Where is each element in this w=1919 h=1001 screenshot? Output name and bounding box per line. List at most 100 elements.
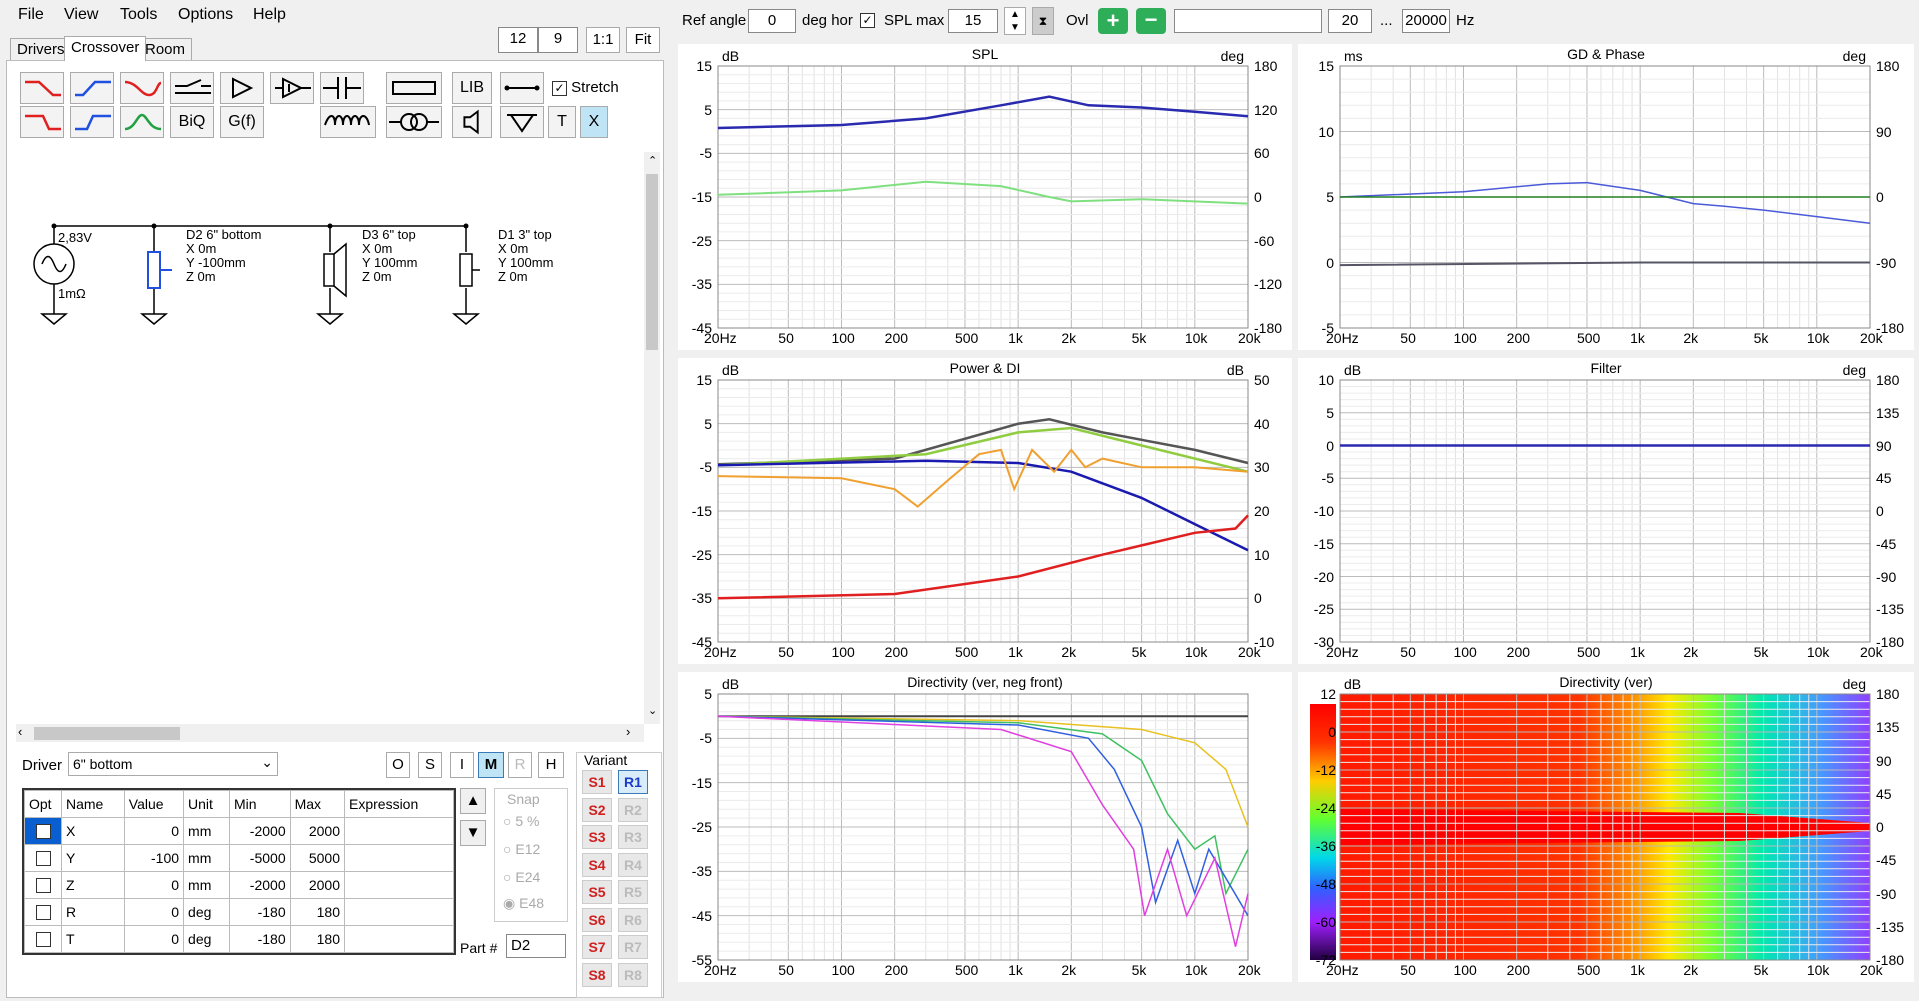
spl-max-checkbox[interactable]: ✓ xyxy=(860,13,875,28)
speaker-icon[interactable] xyxy=(452,106,492,138)
graph-filter[interactable]: Filter dB deg 10 5 0 -5 -10 -15 -20 -25 -30 180 135 90… xyxy=(1298,358,1914,664)
delete-button[interactable]: X xyxy=(580,106,608,138)
overlay-name-input[interactable] xyxy=(1174,9,1322,33)
menu-file[interactable]: File xyxy=(18,6,44,24)
spl-max-spinner-icon[interactable]: ▲ ▼ xyxy=(1004,7,1026,35)
opt-checkbox[interactable] xyxy=(35,824,51,840)
table-row[interactable]: Z 0 mm -2000 2000 xyxy=(24,871,454,899)
freq-min-input[interactable]: 20 xyxy=(1328,9,1372,33)
param-expression[interactable] xyxy=(344,817,454,845)
variant-r5-button[interactable]: R5 xyxy=(618,880,648,904)
opt-checkbox[interactable] xyxy=(35,932,51,948)
variant-r8-button[interactable]: R8 xyxy=(618,962,648,987)
schematic-canvas[interactable]: 2,83V 1mΩ D2 6" bottom X 0m Y -100mm Z 0… xyxy=(16,152,644,724)
driver-d2-label[interactable]: D2 6" bottom X 0m Y -100mm Z 0m xyxy=(186,228,261,284)
menu-options[interactable]: Options xyxy=(178,6,233,24)
param-max[interactable]: 2000 xyxy=(289,817,346,845)
part-number-input[interactable]: D2 xyxy=(506,934,566,958)
param-min[interactable]: -2000 xyxy=(228,871,291,899)
snap-option-5pct[interactable]: ○ 5 % xyxy=(503,813,539,829)
ground-icon[interactable] xyxy=(500,106,544,138)
move-up-icon[interactable]: ▲ xyxy=(460,788,486,814)
param-value[interactable]: 0 xyxy=(123,871,185,899)
add-overlay-icon[interactable]: + xyxy=(1098,8,1128,34)
vertical-scroll-thumb[interactable] xyxy=(646,174,658,350)
snap-option-e48[interactable]: ◉ E48 xyxy=(503,895,544,912)
menu-help[interactable]: Help xyxy=(253,6,286,24)
peak-green-icon[interactable] xyxy=(120,106,164,138)
variant-s5-button[interactable]: S5 xyxy=(582,880,612,904)
tab-crossover[interactable]: Crossover xyxy=(64,36,147,61)
mode-o-button[interactable]: O xyxy=(386,752,410,778)
buffer-icon[interactable] xyxy=(270,72,314,104)
variant-r1-button[interactable]: R1 xyxy=(618,770,648,794)
remove-overlay-icon[interactable]: − xyxy=(1136,8,1166,34)
menu-view[interactable]: View xyxy=(64,6,98,24)
param-value[interactable]: 0 xyxy=(123,898,185,926)
stretch-checkbox[interactable]: ✓ Stretch xyxy=(552,79,619,96)
highpass-blue-icon[interactable] xyxy=(70,72,114,104)
graph-dir[interactable]: Directivity (ver, neg front) dB 5 -5 -15 -25-… xyxy=(678,672,1292,982)
snap-option-e24[interactable]: ○ E24 xyxy=(503,869,540,885)
driver-select[interactable]: 6" bottom ⌄ xyxy=(68,752,278,776)
ref-angle-input[interactable]: 0 xyxy=(748,9,796,33)
opt-checkbox[interactable] xyxy=(35,905,51,921)
variant-s6-button[interactable]: S6 xyxy=(582,907,612,932)
table-row[interactable]: X 0 mm -2000 2000 xyxy=(24,817,454,845)
horizontal-scroll-thumb[interactable] xyxy=(34,727,180,740)
graph-plot-area[interactable] xyxy=(678,672,1292,982)
variant-s1-button[interactable]: S1 xyxy=(582,770,612,794)
schematic-vertical-scrollbar[interactable]: ⌃ ⌄ xyxy=(644,152,660,724)
opt-checkbox[interactable] xyxy=(35,878,51,894)
graph-plot-area[interactable] xyxy=(678,358,1292,664)
param-value[interactable]: 0 xyxy=(123,817,185,845)
switch-icon[interactable] xyxy=(170,72,214,104)
param-value[interactable]: -100 xyxy=(123,844,185,872)
snap-option-e12[interactable]: ○ E12 xyxy=(503,841,540,857)
transfer-function-button[interactable]: G(f) xyxy=(220,106,264,138)
graph-plot-area[interactable] xyxy=(1298,358,1914,664)
table-row[interactable]: R 0 deg -180 180 xyxy=(24,898,454,926)
param-expression[interactable] xyxy=(344,898,454,926)
schematic-horizontal-scrollbar[interactable]: ‹ › xyxy=(16,724,644,742)
mode-i-button[interactable]: I xyxy=(450,752,474,778)
param-min[interactable]: -180 xyxy=(228,898,291,926)
param-min[interactable]: -180 xyxy=(228,925,291,953)
param-expression[interactable] xyxy=(344,844,454,872)
text-button[interactable]: T xyxy=(548,106,576,138)
driver-d1-label[interactable]: D1 3" top X 0m Y 100mm Z 0m xyxy=(498,228,553,284)
menu-tools[interactable]: Tools xyxy=(120,6,157,24)
graph-power[interactable]: Power & DI dB dB 15 5 -5 -15 -25 -35 -45 50 40 30 20 1… xyxy=(678,358,1292,664)
biquad-button[interactable]: BiQ xyxy=(170,106,214,138)
variant-s8-button[interactable]: S8 xyxy=(582,962,612,987)
variant-r7-button[interactable]: R7 xyxy=(618,935,648,959)
resistor-icon[interactable] xyxy=(386,72,442,104)
param-max[interactable]: 180 xyxy=(289,925,346,953)
variant-r2-button[interactable]: R2 xyxy=(618,797,648,822)
scroll-left-icon[interactable]: ‹ xyxy=(18,724,22,739)
graph-plot-area[interactable] xyxy=(1298,672,1914,982)
variant-s4-button[interactable]: S4 xyxy=(582,852,612,877)
scroll-right-icon[interactable]: › xyxy=(626,724,630,739)
param-min[interactable]: -2000 xyxy=(228,817,291,845)
notch-red-icon[interactable] xyxy=(120,72,164,104)
freq-max-input[interactable]: 20000 xyxy=(1402,9,1450,33)
highpass-blue-2-icon[interactable] xyxy=(70,106,114,138)
inductor-icon[interactable] xyxy=(320,106,376,138)
param-value[interactable]: 0 xyxy=(123,925,185,953)
transformer-icon[interactable] xyxy=(386,106,442,138)
graph-plot-area[interactable] xyxy=(1298,44,1914,350)
param-min[interactable]: -5000 xyxy=(228,844,291,872)
mode-m-button[interactable]: M xyxy=(478,752,504,778)
wire-icon[interactable] xyxy=(500,72,544,104)
mode-r-button[interactable]: R xyxy=(508,752,532,778)
graph-gd[interactable]: GD & Phase ms deg 15 10 5 0 -5 180 90 0 -90 -180 20Hz… xyxy=(1298,44,1914,350)
param-max[interactable]: 2000 xyxy=(289,871,346,899)
capacitor-icon[interactable] xyxy=(320,72,364,104)
param-max[interactable]: 5000 xyxy=(289,844,346,872)
graph-plot-area[interactable] xyxy=(678,44,1292,350)
tab-drivers[interactable]: Drivers xyxy=(10,38,72,60)
scroll-up-icon[interactable]: ⌃ xyxy=(648,154,657,167)
scroll-down-icon[interactable]: ⌄ xyxy=(648,704,657,717)
variant-r3-button[interactable]: R3 xyxy=(618,825,648,849)
